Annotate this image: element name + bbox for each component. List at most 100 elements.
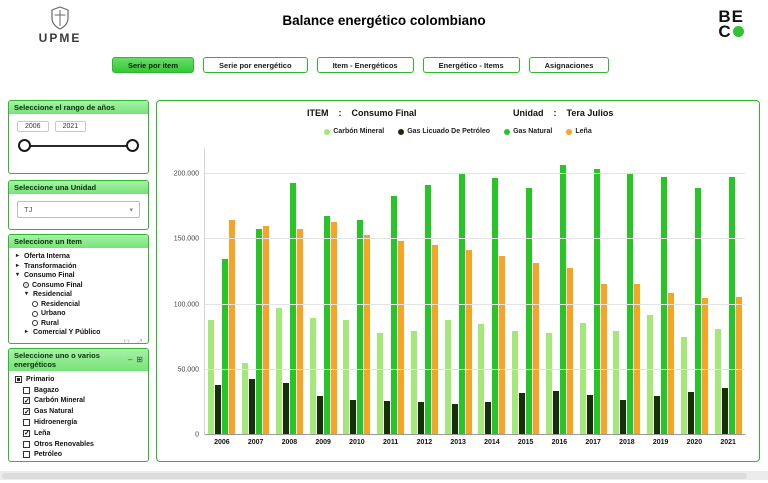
- tree-item-consumo-final[interactable]: ▾Consumo Final: [11, 271, 146, 281]
- radio-icon[interactable]: [32, 301, 38, 307]
- bar-gas-licuado-de-petróleo-2019[interactable]: [654, 396, 660, 435]
- checkbox-checked-icon[interactable]: [23, 430, 30, 437]
- bar-carbón-mineral-2008[interactable]: [276, 308, 282, 435]
- bar-gas-licuado-de-petróleo-2013[interactable]: [452, 404, 458, 435]
- bar-leña-2015[interactable]: [533, 263, 539, 435]
- tree-item-transformación[interactable]: ▸Transformación: [11, 262, 146, 272]
- bar-gas-licuado-de-petróleo-2017[interactable]: [587, 395, 593, 435]
- tree-item-urbano[interactable]: Urbano: [11, 309, 146, 319]
- bar-carbón-mineral-2009[interactable]: [310, 318, 316, 435]
- energetic-hidroenergía[interactable]: Hidroenergía: [11, 417, 146, 428]
- caret-right-icon[interactable]: ▸: [23, 328, 30, 338]
- energetic-gas-natural[interactable]: Gas Natural: [11, 406, 146, 417]
- bar-carbón-mineral-2019[interactable]: [647, 315, 653, 435]
- legend-item-gas-natural[interactable]: Gas Natural: [504, 128, 552, 135]
- bar-gas-licuado-de-petróleo-2018[interactable]: [620, 400, 626, 435]
- year-range-slider[interactable]: [18, 138, 139, 155]
- bar-carbón-mineral-2006[interactable]: [208, 320, 214, 435]
- minus-icon[interactable]: –: [128, 356, 132, 364]
- bar-leña-2016[interactable]: [567, 268, 573, 435]
- bar-carbón-mineral-2018[interactable]: [613, 331, 619, 435]
- checkbox-unchecked-icon[interactable]: [23, 441, 30, 448]
- energetic-leña[interactable]: Leña: [11, 428, 146, 439]
- bar-gas-natural-2014[interactable]: [492, 178, 498, 435]
- year-end-value[interactable]: 2021: [55, 121, 87, 132]
- bar-gas-licuado-de-petróleo-2021[interactable]: [722, 388, 728, 435]
- bar-leña-2021[interactable]: [736, 297, 742, 435]
- caret-right-icon[interactable]: ▸: [14, 252, 21, 262]
- bar-carbón-mineral-2011[interactable]: [377, 333, 383, 435]
- checkbox-checked-icon[interactable]: [23, 408, 30, 415]
- energetic-otros-renovables[interactable]: Otros Renovables: [11, 439, 146, 450]
- energetic-primario[interactable]: Primario: [11, 374, 146, 385]
- tree-item-consumo-final[interactable]: Consumo Final: [11, 281, 146, 291]
- bar-gas-natural-2012[interactable]: [425, 185, 431, 435]
- caret-down-icon[interactable]: ▾: [23, 290, 30, 300]
- legend-item-leña[interactable]: Leña: [566, 128, 591, 135]
- slider-handle-end[interactable]: [126, 139, 139, 152]
- bar-carbón-mineral-2017[interactable]: [580, 323, 586, 435]
- bar-leña-2006[interactable]: [229, 220, 235, 435]
- energetic-petróleo[interactable]: Petróleo: [11, 450, 146, 461]
- bar-gas-natural-2006[interactable]: [222, 259, 228, 435]
- bar-carbón-mineral-2015[interactable]: [512, 331, 518, 435]
- bar-gas-natural-2007[interactable]: [256, 229, 262, 435]
- unit-select[interactable]: TJ ▾: [17, 201, 140, 218]
- bar-leña-2018[interactable]: [634, 284, 640, 435]
- bar-gas-natural-2021[interactable]: [729, 177, 735, 435]
- bar-leña-2010[interactable]: [364, 235, 370, 435]
- bar-gas-licuado-de-petróleo-2014[interactable]: [485, 402, 491, 435]
- bar-leña-2009[interactable]: [331, 222, 337, 435]
- tree-item-residencial[interactable]: ▾Residencial: [11, 290, 146, 300]
- caret-down-icon[interactable]: ▾: [14, 271, 21, 281]
- filter-icon[interactable]: ▽: [123, 339, 129, 345]
- energetic-carbón-mineral[interactable]: Carbón Mineral: [11, 396, 146, 407]
- tree-item-residencial[interactable]: Residencial: [11, 300, 146, 310]
- bar-gas-licuado-de-petróleo-2006[interactable]: [215, 385, 221, 435]
- bar-carbón-mineral-2020[interactable]: [681, 337, 687, 435]
- tree-item-oferta-interna[interactable]: ▸Oferta Interna: [11, 252, 146, 262]
- bar-carbón-mineral-2013[interactable]: [445, 320, 451, 435]
- bar-gas-licuado-de-petróleo-2011[interactable]: [384, 401, 390, 435]
- bar-gas-licuado-de-petróleo-2020[interactable]: [688, 392, 694, 435]
- energetic-bagazo[interactable]: Bagazo: [11, 385, 146, 396]
- energetic-recuperación-residuos[interactable]: Recuperación / Residuos: [11, 460, 146, 462]
- bar-leña-2007[interactable]: [263, 226, 269, 435]
- tab-serie-por-item[interactable]: Serie por item: [112, 57, 194, 73]
- bar-gas-natural-2008[interactable]: [290, 183, 296, 435]
- bar-carbón-mineral-2021[interactable]: [715, 329, 721, 435]
- bar-carbón-mineral-2016[interactable]: [546, 333, 552, 435]
- bar-gas-natural-2015[interactable]: [526, 188, 532, 435]
- bar-gas-licuado-de-petróleo-2007[interactable]: [249, 379, 255, 435]
- caret-right-icon[interactable]: ▸: [14, 262, 21, 272]
- bar-leña-2012[interactable]: [432, 245, 438, 435]
- tree-item-comercial-y-público[interactable]: ▸Comercial Y Público: [11, 328, 146, 338]
- bar-gas-natural-2020[interactable]: [695, 188, 701, 435]
- bar-gas-licuado-de-petróleo-2009[interactable]: [317, 396, 323, 435]
- tab-asignaciones[interactable]: Asignaciones: [529, 57, 610, 73]
- tab-item-energéticos[interactable]: Item - Energéticos: [317, 57, 414, 73]
- bar-gas-licuado-de-petróleo-2010[interactable]: [350, 400, 356, 435]
- radio-icon[interactable]: [32, 311, 38, 317]
- bar-carbón-mineral-2012[interactable]: [411, 331, 417, 435]
- checkbox-unchecked-icon[interactable]: [23, 387, 30, 394]
- bar-leña-2008[interactable]: [297, 229, 303, 435]
- bar-leña-2011[interactable]: [398, 241, 404, 435]
- bar-gas-licuado-de-petróleo-2008[interactable]: [283, 383, 289, 435]
- horizontal-scrollbar-thumb[interactable]: [2, 473, 747, 479]
- bar-gas-licuado-de-petróleo-2016[interactable]: [553, 391, 559, 435]
- bar-leña-2019[interactable]: [668, 293, 674, 435]
- radio-icon[interactable]: [32, 320, 38, 326]
- tab-serie-por-energético[interactable]: Serie por energético: [203, 57, 308, 73]
- bar-leña-2013[interactable]: [466, 250, 472, 435]
- bar-gas-natural-2017[interactable]: [594, 169, 600, 435]
- bar-gas-natural-2011[interactable]: [391, 196, 397, 435]
- legend-item-gas-licuado-de-petróleo[interactable]: Gas Licuado De Petróleo: [398, 128, 490, 135]
- radio-selected-icon[interactable]: [23, 282, 29, 288]
- bar-gas-natural-2009[interactable]: [324, 216, 330, 435]
- checkbox-unchecked-icon[interactable]: [23, 451, 30, 458]
- bar-gas-natural-2010[interactable]: [357, 220, 363, 435]
- legend-item-carbón-mineral[interactable]: Carbón Mineral: [324, 128, 384, 135]
- bar-gas-natural-2019[interactable]: [661, 177, 667, 435]
- bar-gas-natural-2016[interactable]: [560, 165, 566, 435]
